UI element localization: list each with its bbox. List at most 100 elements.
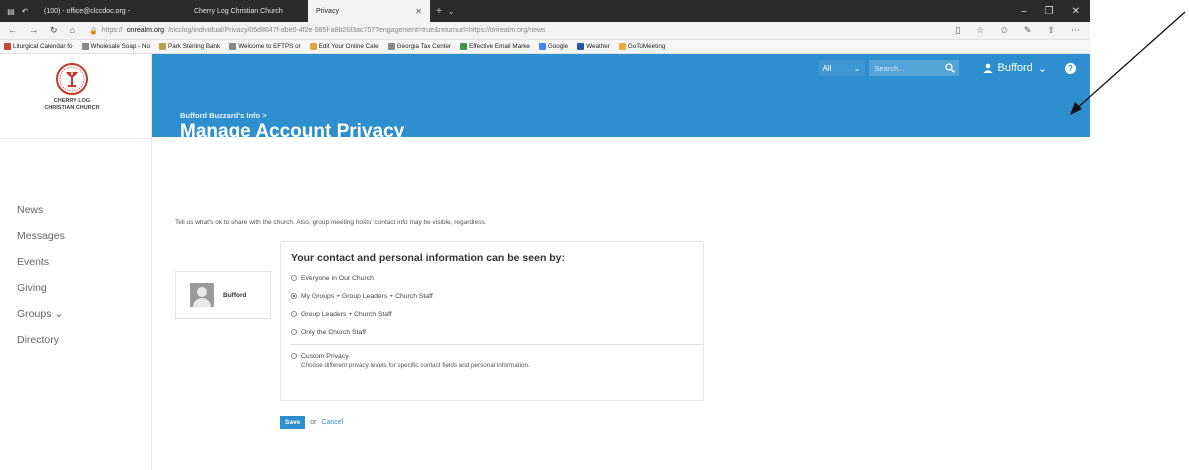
favorite-link[interactable]: GoToMeeting [618, 43, 666, 50]
close-icon[interactable]: ✕ [415, 7, 422, 16]
radio-button[interactable] [291, 353, 297, 359]
url-path: /cicclog/individual/Privacy/05d8647f-abe… [168, 27, 546, 34]
favorite-link[interactable]: Welcome to EFTPS or [229, 43, 301, 50]
sidebar-item-messages[interactable]: Messages [17, 230, 65, 256]
favorite-link[interactable]: Wholesale Soap - No [81, 43, 150, 50]
option-label: My Groups + Group Leaders + Church Staff [301, 292, 433, 300]
favicon-icon [229, 43, 237, 50]
page: CHERRY LOG CHRISTIAN CHURCH News Message… [0, 54, 1090, 470]
forward-icon[interactable]: → [29, 25, 38, 36]
chevron-down-icon: ⌄ [1037, 62, 1047, 75]
url-prefix: https:// [101, 27, 123, 34]
pen-icon[interactable]: ✎ [1024, 25, 1032, 36]
avatar [190, 283, 214, 307]
favorites-list-icon[interactable]: ✩ [1000, 25, 1008, 36]
custom-privacy-description: Choose different privacy levels for spec… [301, 362, 530, 369]
privacy-option-everyone[interactable]: Everyone in Our Church [291, 269, 703, 287]
save-button[interactable]: Save [280, 416, 306, 429]
sidebar-item-giving[interactable]: Giving [17, 282, 65, 308]
radio-button[interactable] [291, 275, 297, 281]
sidebar-item-groups[interactable]: Groups ⌄ [17, 308, 65, 334]
favicon-icon [538, 43, 546, 50]
back-tabs-icon[interactable]: ↶ [20, 6, 30, 16]
tab-privacy[interactable]: Privacy ✕ [308, 0, 430, 22]
page-header: All ⌄ Search... Bufford ⌄ ? Bufford Buzz… [152, 54, 1090, 142]
favorites-bar: Liturgical Calendar fo Wholesale Soap - N… [0, 40, 1090, 54]
logo-text: CHERRY LOG CHRISTIAN CHURCH [44, 98, 99, 112]
favorite-label: Liturgical Calendar fo [13, 43, 73, 50]
privacy-option-my-groups[interactable]: My Groups + Group Leaders + Church Staff [291, 287, 703, 305]
window-close-icon[interactable]: ✕ [1072, 6, 1080, 17]
home-icon[interactable]: ⌂ [70, 25, 75, 36]
user-menu[interactable]: Bufford ⌄ [983, 62, 1047, 75]
radio-button[interactable] [291, 329, 297, 335]
refresh-icon[interactable]: ↻ [50, 25, 58, 36]
chevron-down-icon[interactable]: ⌄ [448, 7, 455, 16]
search-icon[interactable] [944, 63, 955, 73]
favorite-link[interactable]: Weather [577, 43, 610, 50]
more-icon[interactable]: ⋯ [1071, 25, 1080, 36]
favorite-label: GoToMeeting [627, 43, 666, 50]
sidebar-item-directory[interactable]: Directory [17, 334, 65, 360]
back-icon[interactable]: ← [8, 25, 17, 36]
form-actions: Save or Cancel [280, 416, 343, 429]
favorite-link[interactable]: Google [538, 43, 569, 50]
url-field[interactable]: 🔒 https://onrealm.org/cicclog/individual… [83, 24, 945, 37]
favorite-label: Park Sterling Bank [168, 43, 221, 50]
restore-icon[interactable]: ❐ [1045, 6, 1054, 17]
tab-church[interactable]: Cherry Log Christian Church [186, 0, 308, 22]
intro-text: Tell us what's ok to share with the chur… [175, 219, 487, 226]
breadcrumb[interactable]: Bufford Buzzard's Info > [180, 111, 267, 120]
main-content: Tell us what's ok to share with the chur… [152, 137, 1090, 470]
search-input[interactable]: Search... [868, 60, 959, 76]
sidebar-item-news[interactable]: News [17, 204, 65, 230]
reading-view-icon[interactable]: ▯ [955, 25, 960, 36]
tab-manager-icon[interactable]: ▤ [6, 6, 16, 16]
user-name: Bufford [997, 62, 1033, 74]
user-card-name: Bufford [223, 291, 247, 299]
tab-mail[interactable]: (100) - office@clccdoc.org - [36, 0, 186, 22]
favorite-label: Edit Your Online Cale [318, 43, 379, 50]
favorite-label: Google [547, 43, 569, 50]
favorite-label: Weather [586, 43, 610, 50]
favorite-star-icon[interactable]: ☆ [976, 25, 984, 36]
privacy-box-title: Your contact and personal information ca… [291, 252, 566, 264]
favorite-link[interactable]: Georgia Tax Center [387, 43, 452, 50]
chevron-down-icon: ⌄ [853, 63, 861, 73]
share-icon[interactable]: ⇪ [1047, 25, 1055, 36]
favorite-link[interactable]: Liturgical Calendar fo [4, 43, 73, 50]
help-icon[interactable]: ? [1065, 62, 1076, 74]
browser-window: ▤ ↶ (100) - office@clccdoc.org - Cherry … [0, 0, 1090, 470]
or-text: or [310, 419, 317, 426]
divider [0, 138, 152, 139]
minimize-icon[interactable]: – [1021, 6, 1027, 17]
logo-text-line: CHRISTIAN CHURCH [44, 105, 100, 111]
privacy-option-group-leaders[interactable]: Group Leaders + Church Staff [291, 305, 703, 323]
side-nav: News Messages Events Giving Groups ⌄ Dir… [17, 204, 65, 360]
option-label: Everyone in Our Church [301, 274, 374, 282]
radio-button[interactable] [291, 311, 297, 317]
favorite-link[interactable]: Park Sterling Bank [159, 43, 220, 50]
search-placeholder: Search... [874, 63, 905, 73]
favicon-icon [309, 43, 317, 50]
privacy-options-box: Your contact and personal information ca… [280, 241, 704, 401]
favorite-link[interactable]: Edit Your Online Cale [309, 43, 379, 50]
favorite-label: Georgia Tax Center [396, 43, 452, 50]
new-tab-icon[interactable]: + [430, 6, 448, 17]
favorite-link[interactable]: Effective Email Marke [460, 43, 530, 50]
church-logo[interactable]: CHERRY LOG CHRISTIAN CHURCH [42, 62, 102, 130]
address-bar: ← → ↻ ⌂ 🔒 https://onrealm.org/cicclog/in… [0, 22, 1090, 40]
favicon-icon [159, 43, 167, 50]
window-controls: – ❐ ✕ [1021, 6, 1090, 17]
option-label: Group Leaders + Church Staff [301, 310, 392, 318]
address-actions: ▯ ☆ ✩ ✎ ⇪ ⋯ [945, 25, 1090, 36]
radio-button-selected[interactable] [291, 293, 297, 299]
search-scope-select[interactable]: All ⌄ [818, 60, 865, 76]
option-label: Only the Church Staff [301, 328, 366, 336]
user-card: Bufford [175, 271, 271, 319]
scope-value: All [822, 63, 832, 73]
privacy-option-church-staff[interactable]: Only the Church Staff [291, 323, 703, 341]
cancel-link[interactable]: Cancel [321, 419, 343, 426]
sidebar-item-events[interactable]: Events [17, 256, 65, 282]
chalice-logo-icon [56, 63, 88, 95]
